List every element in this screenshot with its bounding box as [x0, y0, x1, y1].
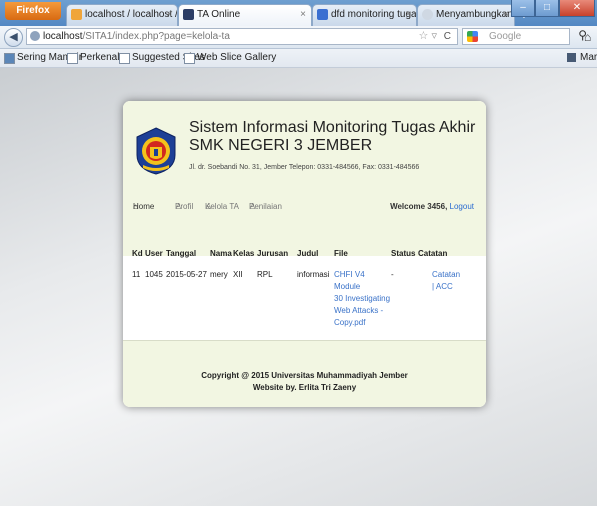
school-address: Jl. dr. Soebandi No. 31, Jember Telepon:… — [189, 164, 420, 171]
url-path: /SITA1/index.php?page=kelola-ta — [82, 31, 230, 42]
navigation-bar: ◀ localhost/SITA1/index.php?page=kelola-… — [0, 26, 597, 49]
bookmark-folder-icon — [4, 53, 15, 64]
home-icon[interactable]: ⌂ — [584, 30, 591, 44]
catatan-link[interactable]: Catatan — [432, 269, 460, 281]
tab-localhost[interactable]: localhost / localhost / apli... × — [66, 4, 178, 26]
minimize-icon[interactable]: – — [511, 0, 535, 17]
menu-penilaian[interactable]: ♙ Penilaian — [249, 202, 282, 211]
b-logo-icon — [183, 9, 194, 20]
menu-home[interactable]: ⌂ Home — [133, 202, 154, 211]
firefox-menu-button[interactable]: Firefox — [5, 2, 61, 20]
close-icon[interactable]: × — [503, 5, 509, 25]
site-identity-icon[interactable] — [30, 31, 40, 41]
logout-link[interactable]: Logout — [450, 202, 474, 211]
welcome-text: Welcome 3456, — [390, 202, 448, 211]
cell-user: 1045 — [145, 270, 163, 279]
user-icon: ♙ — [175, 202, 183, 211]
bookmarks-menu-label: Markah — [580, 52, 597, 63]
cell-kd: 11 — [132, 270, 141, 279]
tab-dfd[interactable]: dfd monitoring tugas akhi... × — [312, 4, 417, 26]
tab-ta-online[interactable]: TA Online × — [178, 4, 312, 26]
tab-label: TA Online — [197, 9, 241, 20]
file-link-line: CHFI V4 Module — [334, 270, 365, 291]
catatan-cell: Catatan | ACC — [418, 259, 460, 329]
col-status: Status — [391, 248, 416, 258]
browser-titlebar: Firefox localhost / localhost / apli... … — [0, 0, 597, 26]
close-icon[interactable]: × — [166, 5, 172, 25]
cell-tanggal: 2015-05-27 — [166, 270, 207, 279]
table-row: 11 1045 2015-05-27 mery XII RPL informas… — [132, 259, 460, 329]
menu-kelola-ta[interactable]: ♙ Kelola TA — [205, 202, 239, 211]
phpmyadmin-icon — [71, 9, 82, 20]
bookmark-star-icon[interactable]: ☆ ▿ — [419, 29, 437, 44]
file-link-line: Copy.pdf — [334, 318, 366, 327]
maximize-icon[interactable]: □ — [535, 0, 559, 17]
col-user: User — [145, 248, 163, 258]
school-logo-icon — [136, 127, 176, 175]
table-header-row: Kd User Tanggal Nama Kelas Jurusan Judul… — [132, 247, 460, 259]
bookmark-page-icon — [67, 53, 78, 64]
google-icon — [467, 31, 478, 42]
bookmarks-menu-icon — [567, 53, 576, 62]
reload-icon[interactable]: C — [444, 29, 451, 44]
col-nama: Nama — [210, 248, 232, 258]
col-kd: Kd — [132, 248, 143, 258]
cell-jurusan: RPL — [257, 270, 273, 279]
col-jurusan: Jurusan — [257, 248, 289, 258]
address-bar[interactable]: localhost/SITA1/index.php?page=kelola-ta… — [26, 28, 458, 45]
tab-menyambungkan[interactable]: Menyambungkan... × — [417, 4, 515, 26]
back-button[interactable]: ◀ — [4, 28, 23, 47]
main-card: Sistem Informasi Monitoring Tugas Akhir … — [123, 101, 486, 407]
card-footer: Copyright @ 2015 Universitas Muhammadiya… — [123, 340, 486, 407]
file-link[interactable]: CHFI V4 Module 30 Investigating Web Atta… — [334, 259, 391, 329]
bookmarks-bar: Sering Mampir Perkenalan Suggested Sites… — [0, 49, 597, 68]
loading-icon — [422, 9, 433, 20]
site-title: Sistem Informasi Monitoring Tugas Akhir — [189, 119, 476, 136]
cell-nama: mery — [210, 270, 228, 279]
menu-profil[interactable]: ♙ Profil — [175, 202, 193, 211]
close-icon[interactable]: × — [300, 5, 306, 25]
card-header: Sistem Informasi Monitoring Tugas Akhir … — [123, 101, 486, 256]
search-placeholder: Google — [489, 31, 522, 42]
ta-table: Kd User Tanggal Nama Kelas Jurusan Judul… — [132, 247, 460, 329]
bookmark-label: Web Slice Gallery — [197, 52, 277, 63]
website-credit: Website by. Erlita Tri Zaeny — [252, 383, 357, 392]
url-host: localhost — [43, 31, 83, 42]
bookmark-page-icon — [184, 53, 195, 64]
file-link-line: Web Attacks - — [334, 306, 384, 315]
col-kelas: Kelas — [233, 248, 255, 258]
home-menu-icon: ⌂ — [133, 202, 138, 211]
close-icon[interactable]: × — [405, 5, 411, 25]
bookmark-page-icon — [119, 53, 130, 64]
col-file: File — [334, 248, 348, 258]
col-catatan: Catatan — [418, 248, 448, 258]
file-link-line: 30 Investigating — [334, 294, 391, 303]
acc-link[interactable]: | ACC — [432, 281, 460, 293]
search-box[interactable]: Google ⚲ — [462, 28, 587, 45]
copyright-text: Copyright @ 2015 Universitas Muhammadiya… — [201, 371, 408, 380]
col-judul: Judul — [297, 248, 319, 258]
tab-label: localhost / localhost / apli... — [85, 9, 178, 20]
person-icon: ♙ — [249, 202, 257, 211]
col-tanggal: Tanggal — [166, 248, 197, 258]
school-name: SMK NEGERI 3 JEMBER — [189, 137, 373, 154]
bookmark-web-slice-gallery[interactable]: Web Slice Gallery — [184, 49, 276, 67]
page-viewport: Sistem Informasi Monitoring Tugas Akhir … — [0, 68, 597, 506]
welcome-message: Welcome 3456, Logout — [390, 202, 474, 211]
cell-status: - — [391, 270, 394, 279]
window-controls: – □ ✕ — [511, 0, 595, 18]
bing-icon — [317, 9, 328, 20]
person-icon: ♙ — [205, 202, 213, 211]
cell-kelas: XII — [233, 270, 243, 279]
cell-judul: informasi — [297, 270, 330, 279]
window-close-icon[interactable]: ✕ — [559, 0, 595, 17]
bookmarks-menu-button[interactable]: Markah — [567, 49, 597, 67]
tab-label: dfd monitoring tugas akhi... — [331, 9, 417, 20]
